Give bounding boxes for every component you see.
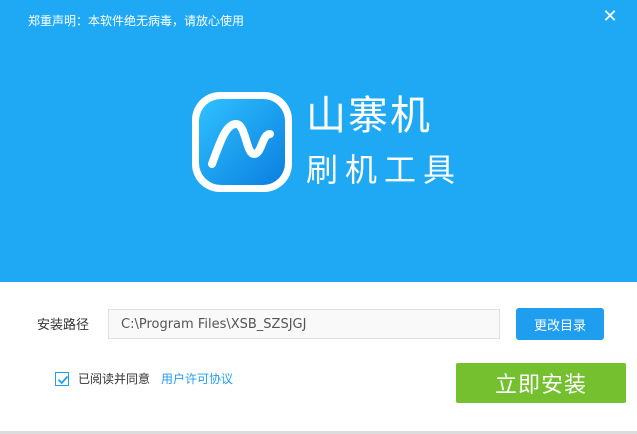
install-now-button[interactable]: 立即安装 [456, 363, 626, 403]
agree-text: 已阅读并同意 [78, 372, 151, 386]
app-logo-icon [190, 90, 294, 194]
checkmark-icon [58, 376, 68, 384]
app-title: 山寨机 [306, 93, 432, 139]
close-button[interactable]: ✕ [599, 6, 621, 28]
installer-window: 郑重声明：本软件绝无病毒，请放心使用 ✕ 山寨机 刷机工具 安装路径 更改目录 [0, 0, 637, 434]
install-path-label: 安装路径 [37, 318, 90, 333]
install-path-input[interactable] [108, 309, 500, 339]
license-agreement-link[interactable]: 用户许可协议 [161, 371, 233, 387]
agree-checkbox[interactable] [55, 372, 69, 386]
change-directory-button[interactable]: 更改目录 [516, 308, 604, 340]
app-subtitle: 刷机工具 [306, 151, 463, 189]
header-banner: 郑重声明：本软件绝无病毒，请放心使用 ✕ 山寨机 刷机工具 [0, 0, 637, 282]
security-notice: 郑重声明：本软件绝无病毒，请放心使用 [28, 14, 245, 28]
close-icon: ✕ [602, 6, 618, 27]
